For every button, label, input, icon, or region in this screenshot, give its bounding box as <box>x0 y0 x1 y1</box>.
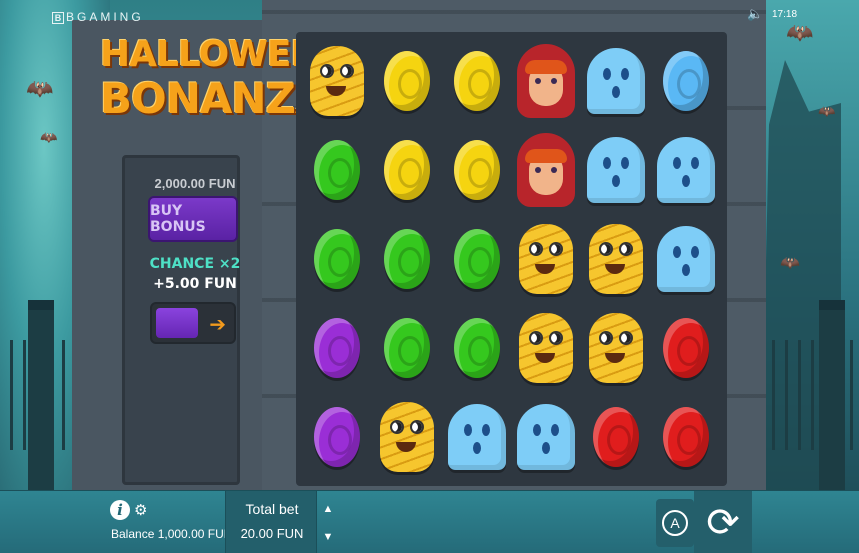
reel-cell <box>651 36 721 125</box>
gear-icon[interactable]: ⚙ <box>134 501 147 519</box>
spin-button[interactable]: ⟳ <box>694 491 752 553</box>
reel-cell <box>581 125 651 214</box>
reel-cell <box>372 393 442 482</box>
total-bet-box: Total bet 20.00 FUN <box>225 491 317 553</box>
ghost-icon <box>587 47 646 114</box>
witch-icon <box>517 132 576 207</box>
mummy-icon <box>589 223 644 294</box>
reel-cell <box>581 304 651 393</box>
reel-cell <box>512 125 582 214</box>
mummy-icon <box>519 223 574 294</box>
clock: 17:18 <box>772 9 798 20</box>
game-logo: HALLOWEEN BONANZA <box>100 34 344 123</box>
ghost-icon <box>657 225 716 292</box>
bottom-bar: i ⚙ Balance 1,000.00 FUN Total bet 20.00… <box>0 490 859 553</box>
buy-bonus-button[interactable]: BUY BONUS <box>148 196 238 242</box>
reel-cell <box>442 393 512 482</box>
red-gem-icon <box>663 318 710 379</box>
bat-icon: 🦇 <box>818 103 836 119</box>
reel-cell <box>651 304 721 393</box>
reel-cell <box>372 36 442 125</box>
reel-cell <box>372 214 442 303</box>
reel-cell <box>442 125 512 214</box>
reel-cell <box>512 304 582 393</box>
green-gem-icon <box>313 228 360 289</box>
reel-cell <box>651 393 721 482</box>
reel-cell <box>581 36 651 125</box>
bet-increase-button[interactable]: ▲ <box>320 503 336 515</box>
reel-cell <box>512 214 582 303</box>
reel-cell <box>302 304 372 393</box>
ghost-icon <box>447 404 506 471</box>
reel-cell <box>372 125 442 214</box>
purple-gem-icon <box>313 407 360 468</box>
reel-cell <box>581 393 651 482</box>
spin-icon: ⟳ <box>706 500 740 545</box>
mummy-icon <box>309 45 364 116</box>
chance-toggle[interactable]: ➔ <box>150 302 236 344</box>
toggle-knob <box>156 308 198 338</box>
total-bet-value: 20.00 FUN <box>240 526 304 541</box>
reel-cell <box>302 125 372 214</box>
yellow-gem-icon <box>453 50 500 111</box>
reel-cell <box>442 36 512 125</box>
reel-cell <box>442 214 512 303</box>
reel-cell <box>302 36 372 125</box>
red-gem-icon <box>663 407 710 468</box>
ghost-icon <box>587 136 646 203</box>
reel-cell <box>302 393 372 482</box>
bat-icon: 🦇 <box>26 76 54 101</box>
reel-cell <box>302 214 372 303</box>
green-gem-icon <box>313 139 360 200</box>
reel-cell <box>512 393 582 482</box>
chance-cost: +5.00 FUN <box>153 276 237 292</box>
reel-cell <box>442 304 512 393</box>
reel-cell <box>651 214 721 303</box>
bet-decrease-button[interactable]: ▼ <box>320 531 336 543</box>
ghost-icon <box>517 404 576 471</box>
blue-gem-icon <box>663 50 710 111</box>
logo-line-2: BONANZA <box>100 74 327 123</box>
witch-icon <box>517 43 576 118</box>
ghost-icon <box>657 136 716 203</box>
brand-logo: B BGAMING <box>52 10 144 24</box>
mummy-icon <box>519 313 574 384</box>
green-gem-icon <box>383 318 430 379</box>
logo-line-1: HALLOWEEN <box>100 34 344 75</box>
arrow-right-icon: ➔ <box>209 314 226 336</box>
red-gem-icon <box>593 407 640 468</box>
reel-cell <box>651 125 721 214</box>
reel-cell <box>581 214 651 303</box>
green-gem-icon <box>453 228 500 289</box>
sound-toggle-icon[interactable]: 🔈 <box>747 6 763 22</box>
buy-bonus-price: 2,000.00 FUN <box>154 176 236 191</box>
mummy-icon <box>589 313 644 384</box>
info-icon[interactable]: i <box>110 500 130 520</box>
autoplay-button[interactable]: A <box>656 499 694 547</box>
bat-icon: 🦇 <box>40 129 58 145</box>
yellow-gem-icon <box>383 50 430 111</box>
reel-cell <box>512 36 582 125</box>
bat-icon: 🦇 <box>786 20 814 45</box>
total-bet-label: Total bet <box>245 501 299 517</box>
chance-label: CHANCE ×2 <box>149 256 241 272</box>
yellow-gem-icon <box>383 139 430 200</box>
balance: Balance 1,000.00 FUN <box>111 527 233 541</box>
green-gem-icon <box>453 318 500 379</box>
green-gem-icon <box>383 228 430 289</box>
autoplay-icon: A <box>662 510 688 536</box>
yellow-gem-icon <box>453 139 500 200</box>
mummy-icon <box>379 402 434 473</box>
reel-grid <box>296 32 727 486</box>
purple-gem-icon <box>313 318 360 379</box>
reel-cell <box>372 304 442 393</box>
bat-icon: 🦇 <box>780 255 800 272</box>
